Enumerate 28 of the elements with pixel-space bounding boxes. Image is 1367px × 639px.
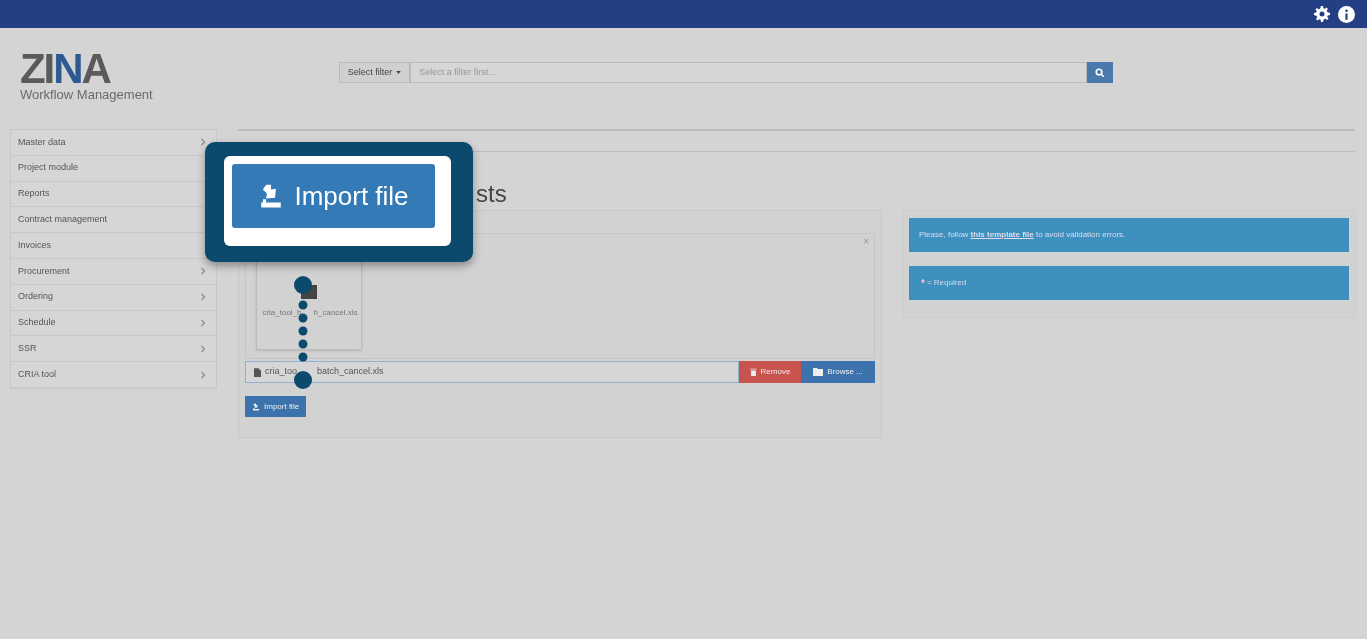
filter-dropdown[interactable]: Select filter	[338, 62, 411, 83]
import-icon	[252, 402, 260, 411]
trash-icon	[749, 368, 757, 376]
file-icon	[254, 367, 261, 377]
template-note: Please, follow this template file to avoid validation errors.	[919, 229, 1126, 241]
settings-icon[interactable]	[1314, 6, 1330, 22]
browse-button[interactable]: Browse ...	[801, 361, 875, 383]
folder-icon	[813, 368, 824, 376]
page-title: sts	[476, 182, 507, 208]
logo: ZINA Workflow Management	[20, 48, 153, 101]
file-name: cria_too	[265, 365, 298, 379]
search-button[interactable]	[1086, 62, 1113, 83]
required-note: = Required	[926, 277, 967, 289]
thumbnail-caption: cria_tool_b	[262, 307, 302, 319]
required-mark: *	[921, 276, 925, 291]
file-name-field[interactable]: cria_too batch_cancel.xls	[245, 361, 739, 383]
import-file-button[interactable]: Import file	[245, 396, 307, 417]
search-icon	[1094, 67, 1105, 78]
thumbnail-caption: h_cancel.xls	[313, 307, 358, 319]
sidebar-item[interactable]: Ordering	[11, 284, 216, 311]
file-name: batch_cancel.xls	[317, 365, 384, 379]
sidebar-item[interactable]: Schedule	[11, 310, 216, 337]
import-file-button[interactable]: Import file	[232, 164, 435, 228]
remove-button[interactable]: Remove	[739, 361, 801, 383]
sidebar-item[interactable]: CRIA tool	[11, 362, 216, 388]
caret-icon	[396, 71, 402, 74]
info-icon[interactable]	[1338, 5, 1355, 23]
sidebar-item[interactable]: SSR	[11, 336, 216, 363]
